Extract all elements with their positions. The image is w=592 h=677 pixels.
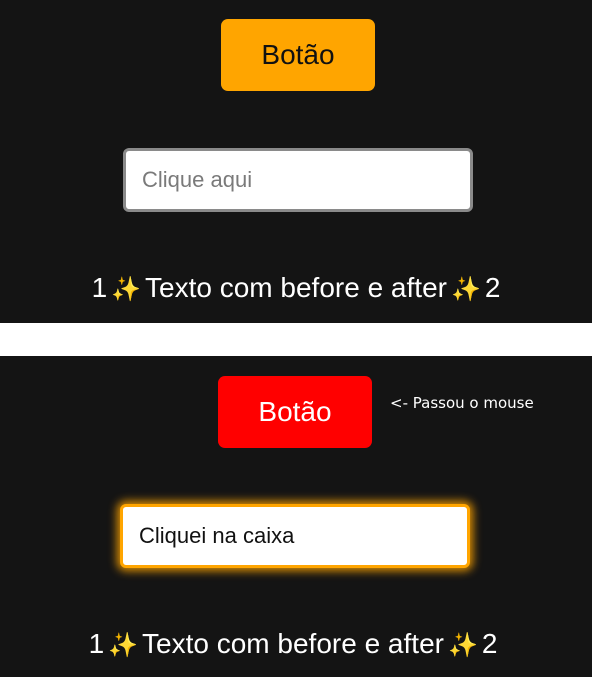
normal-state-panel: Botão 1✨Texto com before e after✨2 — [0, 0, 592, 323]
text-input[interactable] — [123, 148, 473, 212]
sparkles-icon: ✨ — [450, 276, 481, 303]
text-input-focused[interactable] — [120, 504, 470, 568]
decorated-text-label: Texto com before e after — [142, 628, 444, 659]
hover-annotation: <- Passou o mouse — [390, 394, 534, 412]
decorated-text: 1 ✨ Texto com before e after ✨ 2 — [0, 272, 592, 304]
after-number: 2 — [484, 272, 501, 303]
sparkles-icon: ✨ — [447, 632, 478, 659]
decorated-text: 1 ✨ Texto com before e after ✨ 2 — [0, 628, 589, 660]
interacted-state-panel: Botão <- Passou o mouse 1✨Texto com befo… — [0, 356, 592, 677]
sparkles-icon: ✨ — [108, 632, 139, 659]
after-number: 2 — [481, 628, 498, 659]
before-number: 1 — [88, 628, 105, 659]
decorated-text-label: Texto com before e after — [145, 272, 447, 303]
primary-button[interactable]: Botão — [221, 19, 375, 91]
sparkles-icon: ✨ — [111, 276, 142, 303]
primary-button-hovered[interactable]: Botão — [218, 376, 372, 448]
before-number: 1 — [91, 272, 108, 303]
